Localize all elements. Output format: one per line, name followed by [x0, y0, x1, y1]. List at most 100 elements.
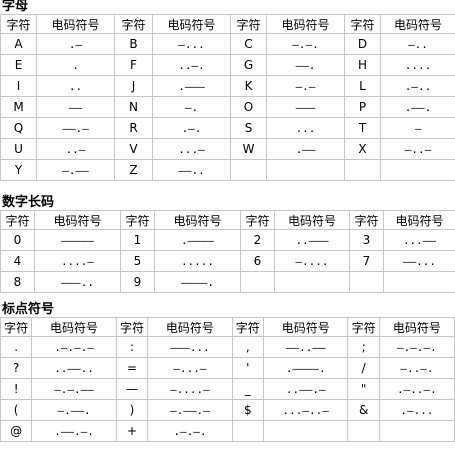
- morse-code-cell: [378, 420, 455, 442]
- character-cell: 7: [349, 250, 384, 272]
- digits-section: 数字长码 字符 电码符号 字符 电码符号 字符 电码符号 字符 电码符号 0 ——…: [0, 196, 455, 293]
- header-code: 电码符号: [380, 14, 455, 34]
- morse-code-cell: ——...: [383, 250, 455, 272]
- morse-code-cell: ——..: [152, 159, 231, 181]
- header-char: 字符: [344, 14, 381, 34]
- table-row: Q ——.— R .—. S... T —: [0, 117, 455, 139]
- character-cell: 3: [349, 229, 384, 251]
- morse-code-cell: [262, 420, 349, 442]
- morse-code-cell: .—..—.: [378, 378, 455, 400]
- morse-code-cell: .—.—.—: [31, 336, 117, 358]
- character-cell: R: [114, 117, 153, 139]
- morse-code-cell: —.: [152, 96, 231, 118]
- header-char: 字符: [0, 210, 35, 230]
- table-row: . .—.—.—: ———..., ——..——; —.—.—.: [0, 336, 455, 358]
- character-cell: S: [230, 117, 267, 139]
- table-row: E. F ..—. G ——. H....: [0, 54, 455, 76]
- morse-code-cell: ....—: [34, 250, 121, 272]
- character-cell: M: [0, 96, 37, 118]
- morse-code-cell: ——..——: [262, 336, 349, 358]
- character-cell: 2: [240, 229, 275, 251]
- header-char: 字符: [120, 210, 155, 230]
- table-row: 4 ....— 5..... 6 —.... 7 ——...: [0, 250, 455, 272]
- table-row: A .— B —... C —.—. D —..: [0, 33, 455, 55]
- character-cell: 6: [240, 250, 275, 272]
- morse-code-cell: .——.: [380, 96, 455, 118]
- character-cell: [231, 420, 264, 442]
- character-cell: 1: [120, 229, 155, 251]
- morse-code-cell: ..——..: [31, 357, 117, 379]
- morse-code-cell: —..: [380, 33, 455, 55]
- character-cell: ): [115, 399, 149, 421]
- table-row: (—.——.) —.——.— $ ...—..— & .—...: [0, 399, 455, 421]
- morse-code-cell: .——: [266, 138, 345, 160]
- letters-section: 字母 字符 电码符号 字符 电码符号 字符 电码符号 字符 电码符号 A .— B —…: [0, 0, 455, 181]
- morse-code-cell: —...—: [147, 357, 233, 379]
- morse-code-cell: —.—: [266, 75, 345, 97]
- table-row: ? ..——.. = —...— ' .————. / —..—.: [0, 357, 455, 379]
- morse-code-cell: .—.: [152, 117, 231, 139]
- morse-code-cell: .————.: [262, 357, 349, 379]
- character-cell: @: [0, 420, 33, 442]
- character-cell: U: [0, 138, 37, 160]
- character-cell: I: [0, 75, 37, 97]
- character-cell: :: [115, 336, 149, 358]
- header-code: 电码符号: [152, 14, 231, 34]
- morse-code-cell: —————: [34, 229, 121, 251]
- header-code: 电码符号: [274, 210, 350, 230]
- character-cell: H: [344, 54, 381, 76]
- morse-code-cell: .—..: [380, 75, 455, 97]
- character-cell: [347, 420, 380, 442]
- morse-code-cell: —.——: [36, 159, 115, 181]
- punctuation-header-row: 字符 电码符号 字符 电码符号 字符 电码符号 字符 电码符号: [0, 317, 455, 337]
- character-cell: ': [231, 357, 264, 379]
- morse-code-cell: —..—: [380, 138, 455, 160]
- morse-code-cell: [383, 271, 455, 293]
- character-cell: G: [230, 54, 267, 76]
- character-cell: &: [347, 399, 380, 421]
- morse-code-cell: ——: [36, 96, 115, 118]
- character-cell: F: [114, 54, 153, 76]
- header-char: 字符: [349, 210, 384, 230]
- table-row: 0 ————— 1 .———— 2 ..——— 3 ...——: [0, 229, 455, 251]
- morse-code-cell: —....—: [147, 378, 233, 400]
- morse-code-cell: —..—.: [378, 357, 455, 379]
- morse-code-cell: .——.—.: [31, 420, 117, 442]
- character-cell: ": [347, 378, 380, 400]
- character-cell: B: [114, 33, 153, 55]
- table-row: Y —.—— Z ——..: [0, 159, 455, 181]
- digits-header-row: 字符 电码符号 字符 电码符号 字符 电码符号 字符 电码符号: [0, 210, 455, 230]
- header-code: 电码符号: [378, 317, 455, 337]
- punctuation-table: 字符 电码符号 字符 电码符号 字符 电码符号 字符 电码符号 . .—.—.—:…: [0, 317, 455, 442]
- morse-code-cell: ..——.—: [262, 378, 349, 400]
- table-row: @ .——.—. + .—.—.: [0, 420, 455, 442]
- header-code: 电码符号: [383, 210, 455, 230]
- morse-code-cell: ...—..—: [262, 399, 349, 421]
- morse-code-cell: .—...: [378, 399, 455, 421]
- morse-code-cell: ...—: [152, 138, 231, 160]
- morse-code-cell: —: [380, 117, 455, 139]
- character-cell: K: [230, 75, 267, 97]
- character-cell: 8: [0, 271, 35, 293]
- character-cell: C: [230, 33, 267, 55]
- morse-code-cell: —...: [152, 33, 231, 55]
- morse-code-cell: —.—.: [266, 33, 345, 55]
- morse-code-cell: —.—.—.: [378, 336, 455, 358]
- character-cell: 9: [120, 271, 155, 293]
- character-cell: ;: [347, 336, 380, 358]
- header-code: 电码符号: [31, 317, 117, 337]
- character-cell: [240, 271, 275, 293]
- character-cell: +: [115, 420, 149, 442]
- header-char: 字符: [240, 210, 275, 230]
- character-cell: ?: [0, 357, 33, 379]
- character-cell: O: [230, 96, 267, 118]
- morse-code-cell: [380, 159, 455, 181]
- character-cell: [230, 159, 267, 181]
- table-row: M —— N —. O ——— P .——.: [0, 96, 455, 118]
- punctuation-section: 标点符号 字符 电码符号 字符 电码符号 字符 电码符号 字符 电码符号 . .—…: [0, 303, 455, 442]
- morse-code-cell: —.——.: [31, 399, 117, 421]
- morse-code-cell: .: [36, 54, 115, 76]
- character-cell: L: [344, 75, 381, 97]
- character-cell: 5: [120, 250, 155, 272]
- character-cell: P: [344, 96, 381, 118]
